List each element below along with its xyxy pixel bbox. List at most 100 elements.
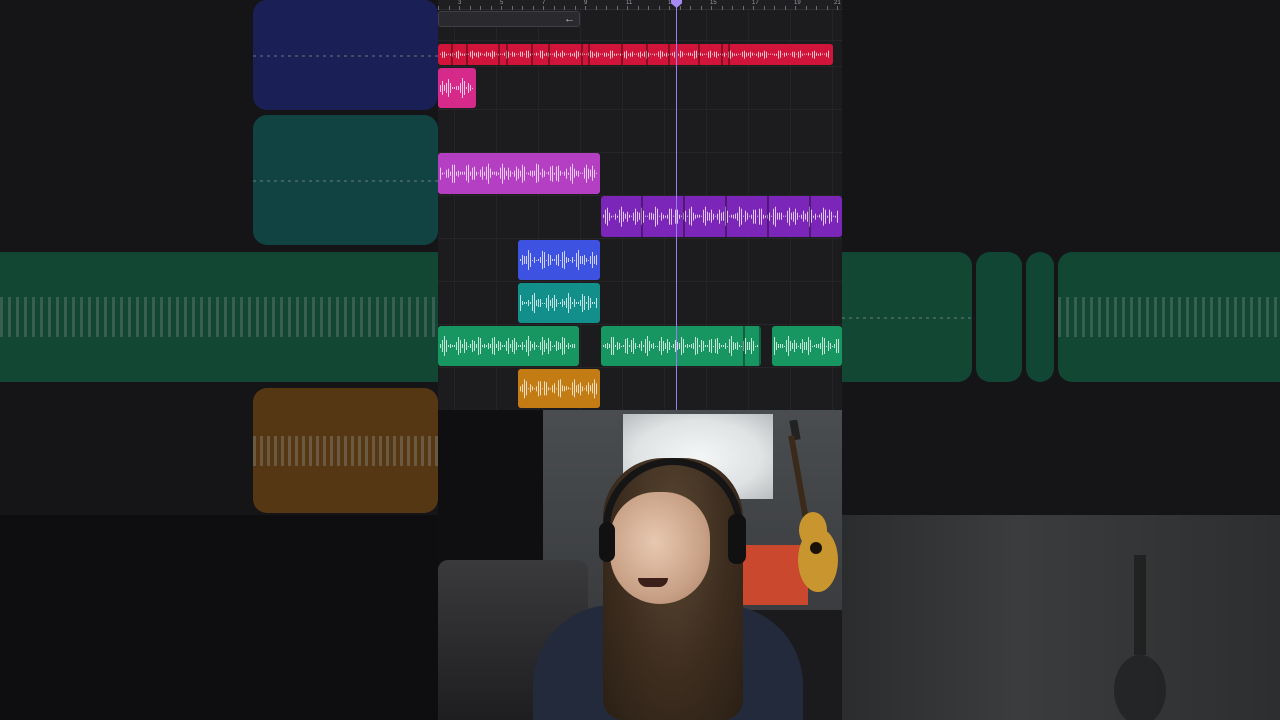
guitar-icon (788, 420, 838, 592)
waveform (440, 161, 598, 186)
ruler-tick (470, 6, 471, 10)
ruler-tick (606, 6, 607, 10)
ruler-tick (743, 6, 744, 10)
clip-split (668, 44, 670, 65)
blurred-clip-green-right-2 (976, 252, 1022, 382)
loop-region[interactable]: ← (438, 11, 580, 27)
blurred-clip-green-left (0, 252, 438, 382)
blurred-webcam-left (0, 515, 438, 720)
ruler-tick (774, 6, 775, 10)
clip-split (725, 196, 727, 237)
clip-split (588, 44, 590, 65)
audio-clip-track-9[interactable] (518, 369, 600, 408)
waveform (440, 76, 474, 100)
ruler-tick (438, 6, 439, 10)
ruler-tick (554, 6, 555, 10)
headphone-right-earcup (728, 514, 746, 564)
video-frame: 3579111315171921 ← (0, 0, 1280, 720)
waveform (774, 334, 840, 358)
timeline-ruler[interactable]: 3579111315171921 (438, 0, 842, 10)
audio-clip-track-1[interactable] (438, 44, 833, 65)
track-row-6[interactable] (438, 238, 842, 281)
ruler-tick (627, 6, 628, 10)
clip-split (698, 44, 700, 65)
ruler-tick (533, 6, 534, 10)
clip-split (759, 326, 761, 366)
ruler-tick (449, 6, 450, 10)
ruler-tick (690, 6, 691, 10)
clip-split (721, 44, 723, 65)
waveform (603, 204, 840, 229)
ruler-tick (648, 6, 649, 10)
waveform (440, 334, 577, 358)
ruler-tick (659, 6, 660, 10)
ruler-tick (501, 6, 502, 10)
clip-split (531, 44, 533, 65)
ruler-tick (480, 6, 481, 10)
clip-split (466, 44, 468, 65)
audio-clip-track-5[interactable] (601, 196, 842, 237)
track-row-7[interactable] (438, 281, 842, 324)
ruler-tick (638, 6, 639, 10)
ruler-tick (722, 6, 723, 10)
clip-split (767, 196, 769, 237)
ruler-tick (617, 6, 618, 10)
audio-clip-track-8[interactable] (772, 326, 842, 366)
ruler-tick (827, 6, 828, 10)
clip-split (743, 326, 745, 366)
audio-clip-track-2[interactable] (438, 68, 476, 108)
blurred-webcam-right (842, 515, 1280, 720)
blurred-clip-green-right-4 (1058, 252, 1280, 382)
blurred-clip-green-right-3 (1026, 252, 1054, 382)
ruler-tick (491, 6, 492, 10)
ruler-tick (795, 6, 796, 10)
clip-split (498, 44, 500, 65)
ruler-tick (575, 6, 576, 10)
headphone-left-earcup (599, 522, 615, 562)
waveform (520, 291, 598, 315)
track-row-3[interactable] (438, 109, 842, 152)
clip-split (809, 196, 811, 237)
ruler-tick (459, 6, 460, 10)
blurred-clip-teal (253, 115, 438, 245)
clip-split (548, 44, 550, 65)
clip-split (581, 44, 583, 65)
ruler-tick (701, 6, 702, 10)
ruler-tick (585, 6, 586, 10)
audio-clip-track-6[interactable] (518, 240, 600, 280)
audio-clip-track-8[interactable] (438, 326, 579, 366)
audio-clip-track-8[interactable] (601, 326, 761, 366)
clip-split (506, 44, 508, 65)
waveform (603, 334, 759, 358)
clip-split (646, 44, 648, 65)
audio-clip-track-7[interactable] (518, 283, 600, 323)
ruler-tick (512, 6, 513, 10)
ruler-tick (837, 6, 838, 10)
ruler-tick (806, 6, 807, 10)
blurred-guitar-icon (1114, 555, 1166, 720)
blurred-clip-orange (253, 388, 438, 513)
ruler-tick (680, 6, 681, 10)
track-row-2[interactable] (438, 66, 842, 109)
ruler-tick (522, 6, 523, 10)
ruler-tick (669, 6, 670, 10)
clip-split (683, 196, 685, 237)
ruler-tick (711, 6, 712, 10)
ruler-tick (816, 6, 817, 10)
ruler-tick (753, 6, 754, 10)
webcam-feed (438, 410, 842, 720)
daw-timeline[interactable]: 3579111315171921 ← (438, 0, 842, 410)
clip-split (641, 196, 643, 237)
waveform (520, 377, 598, 400)
track-row-9[interactable] (438, 367, 842, 410)
audio-clip-track-4[interactable] (438, 153, 600, 194)
ruler-tick (785, 6, 786, 10)
clip-split (451, 44, 453, 65)
clip-split (728, 44, 730, 65)
ruler-tick (543, 6, 544, 10)
person-mouth (638, 578, 668, 587)
playhead-line[interactable] (676, 0, 677, 410)
left-arrow-icon[interactable]: ← (564, 12, 575, 26)
ruler-tick (732, 6, 733, 10)
clip-split (621, 44, 623, 65)
